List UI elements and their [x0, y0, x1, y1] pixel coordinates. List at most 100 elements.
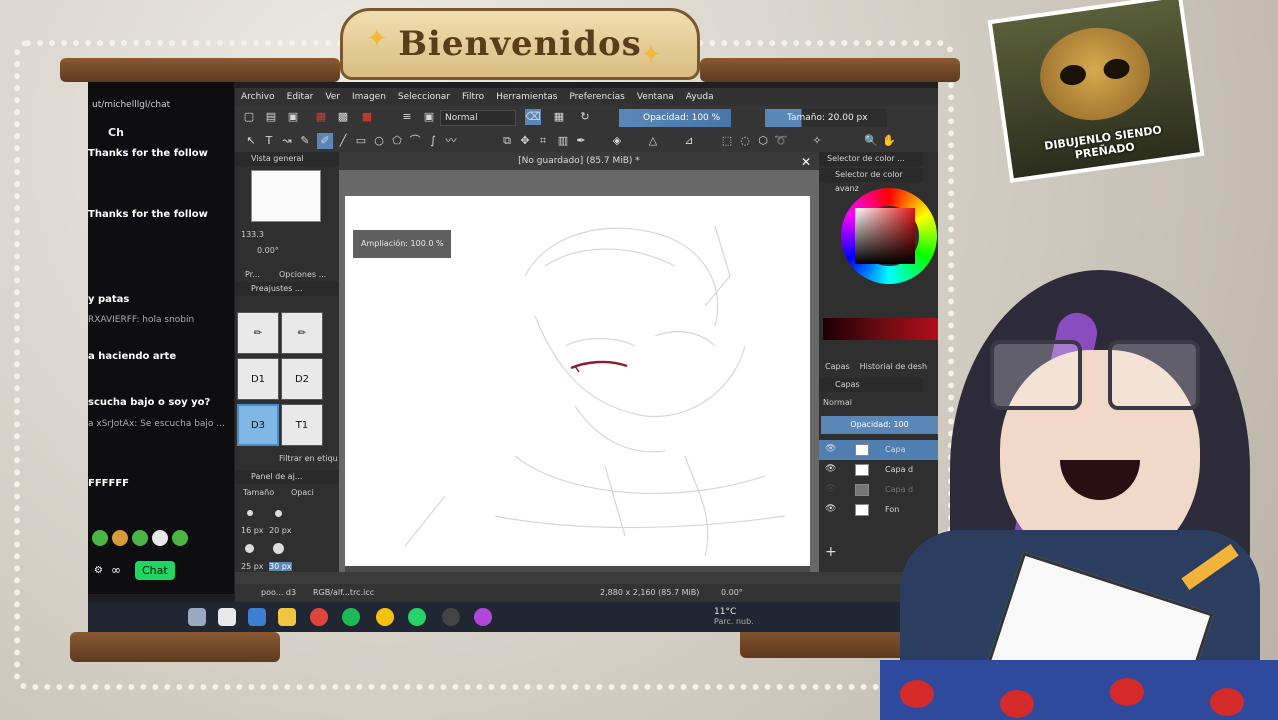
line-tool-icon[interactable]: ╱	[335, 133, 351, 149]
status-color-profile: RGB/alf...trc.icc	[313, 588, 375, 597]
bezier-tool-icon[interactable]: ∫	[425, 133, 441, 149]
status-bar: poo... d3 RGB/alf...trc.icc 2,880 x 2,16…	[235, 584, 938, 602]
preset-t1[interactable]: T1	[281, 404, 323, 446]
chat-message: Thanks for the follow	[88, 209, 208, 220]
eye-icon[interactable]: 👁	[825, 484, 836, 494]
pattern-icon[interactable]: ▩	[335, 109, 351, 125]
menu-seleccionar[interactable]: Seleccionar	[398, 92, 450, 102]
brush-preset-icon[interactable]: ▣	[421, 109, 437, 125]
menu-archivo[interactable]: Archivo	[241, 92, 275, 102]
spiderman-pattern	[1000, 690, 1034, 718]
overview-rotation[interactable]: 0.00°	[257, 246, 279, 255]
filter-tag-label[interactable]: Filtrar en etiqu	[279, 454, 338, 463]
polyline-tool-icon[interactable]: ⌒	[407, 133, 423, 149]
calligraphy-icon[interactable]: ✎	[297, 133, 313, 149]
menu-filtro[interactable]: Filtro	[462, 92, 484, 102]
opacity-slider[interactable]: Opacidad: 100 %	[619, 109, 731, 127]
brush-tool-icon[interactable]: ✐	[317, 133, 333, 149]
brush-size-dot[interactable]	[245, 544, 254, 553]
rectangle-tool-icon[interactable]: ▭	[353, 133, 369, 149]
eye-icon[interactable]: 👁	[825, 504, 836, 514]
preset-d1[interactable]: D1	[237, 358, 279, 400]
color-swatch-icon[interactable]: ■	[359, 109, 375, 125]
spotify-icon[interactable]	[342, 608, 360, 626]
brush-settings-icon[interactable]: ≡	[399, 109, 415, 125]
transform-tool-icon[interactable]: ⧉	[499, 133, 515, 149]
task-view-icon[interactable]	[218, 608, 236, 626]
chrome-icon[interactable]	[310, 608, 328, 626]
horizontal-scrollbar[interactable]	[345, 566, 810, 572]
menu-preferencias[interactable]: Preferencias	[569, 92, 624, 102]
tab-layers[interactable]: Capas	[825, 362, 850, 376]
brush-size-dot[interactable]	[275, 510, 282, 517]
emote-icon	[112, 530, 128, 546]
polygon-select-icon[interactable]: ⬡	[755, 133, 771, 149]
menu-ventana[interactable]: Ventana	[637, 92, 674, 102]
emote-icon	[92, 530, 108, 546]
add-layer-icon[interactable]: +	[825, 544, 837, 560]
eraser-mode-icon[interactable]: ⌫	[525, 109, 541, 125]
status-dimensions: 2,880 x 2,160 (85.7 MiB)	[600, 588, 700, 597]
rect-select-icon[interactable]: ⬚	[719, 133, 735, 149]
krita-icon[interactable]	[474, 608, 492, 626]
freehand-path-icon[interactable]: 〰	[443, 133, 459, 149]
tab-size[interactable]: Tamaño	[243, 488, 274, 497]
close-icon[interactable]: ✕	[801, 153, 811, 171]
chrome-icon[interactable]	[376, 608, 394, 626]
brush-size-dot[interactable]	[273, 543, 284, 554]
move-tool-icon[interactable]: ✥	[517, 133, 533, 149]
menu-imagen[interactable]: Imagen	[352, 92, 386, 102]
open-icon[interactable]: ▤	[263, 109, 279, 125]
folder-icon[interactable]	[278, 608, 296, 626]
tab-presets-short[interactable]: Pr...	[245, 270, 260, 279]
tab-tool-options[interactable]: Opciones ...	[279, 270, 326, 279]
preset-d3[interactable]: D3	[237, 404, 279, 446]
preset-d2[interactable]: D2	[281, 358, 323, 400]
lasso-select-icon[interactable]: ➰	[773, 133, 789, 149]
save-icon[interactable]: ▣	[285, 109, 301, 125]
chat-button[interactable]: Chat	[134, 560, 175, 580]
weather-widget[interactable]: 11°C Parc. nub.	[714, 607, 754, 626]
menu-ver[interactable]: Ver	[325, 92, 340, 102]
menu-herramientas[interactable]: Herramientas	[496, 92, 557, 102]
ellipse-select-icon[interactable]: ◌	[737, 133, 753, 149]
menu-ayuda[interactable]: Ayuda	[686, 92, 714, 102]
tab-opacity[interactable]: Opaci	[291, 488, 314, 497]
size-slider[interactable]: Tamaño: 20.00 px	[765, 109, 887, 127]
text-tool-icon[interactable]: T	[261, 133, 277, 149]
select-shape-icon[interactable]: ↖	[243, 133, 259, 149]
new-document-icon[interactable]: ▢	[241, 109, 257, 125]
eye-icon[interactable]: 👁	[825, 444, 836, 454]
infinity-icon[interactable]: ∞	[111, 563, 121, 577]
reload-icon[interactable]: ↻	[577, 109, 593, 125]
emote-row	[92, 530, 188, 546]
gradient-tool-icon[interactable]: ▥	[555, 133, 571, 149]
alpha-lock-icon[interactable]: ▦	[551, 109, 567, 125]
gradient-icon[interactable]: ▦	[313, 109, 329, 125]
polygon-tool-icon[interactable]: ⬠	[389, 133, 405, 149]
preset-pencil[interactable]: ✏	[281, 312, 323, 354]
blend-mode-select[interactable]: Normal	[440, 110, 516, 126]
pan-tool-icon[interactable]: ✋	[881, 133, 897, 149]
whatsapp-icon[interactable]	[408, 608, 426, 626]
preset-pencil[interactable]: ✏	[237, 312, 279, 354]
menu-editar[interactable]: Editar	[287, 92, 314, 102]
measure-tool-icon[interactable]: ⊿	[681, 133, 697, 149]
eye-icon[interactable]: 👁	[825, 464, 836, 474]
gear-icon[interactable]: ⚙	[94, 565, 103, 576]
fill-tool-icon[interactable]: ◈	[609, 133, 625, 149]
ellipse-tool-icon[interactable]: ○	[371, 133, 387, 149]
store-icon[interactable]	[248, 608, 266, 626]
edit-shape-icon[interactable]: ↝	[279, 133, 295, 149]
zoom-tool-icon[interactable]: 🔍	[863, 133, 879, 149]
assistant-tool-icon[interactable]: △	[645, 133, 661, 149]
overview-thumbnail[interactable]	[251, 170, 321, 222]
layer-blend-mode[interactable]: Normal	[823, 398, 852, 407]
obs-icon[interactable]	[442, 608, 460, 626]
brush-size-dot[interactable]	[247, 510, 253, 516]
overview-zoom[interactable]: 133.3	[241, 230, 264, 239]
magic-wand-icon[interactable]: ✧	[809, 133, 825, 149]
color-picker-icon[interactable]: ✒	[573, 133, 589, 149]
crop-tool-icon[interactable]: ⌗	[535, 133, 551, 149]
start-icon[interactable]	[188, 608, 206, 626]
